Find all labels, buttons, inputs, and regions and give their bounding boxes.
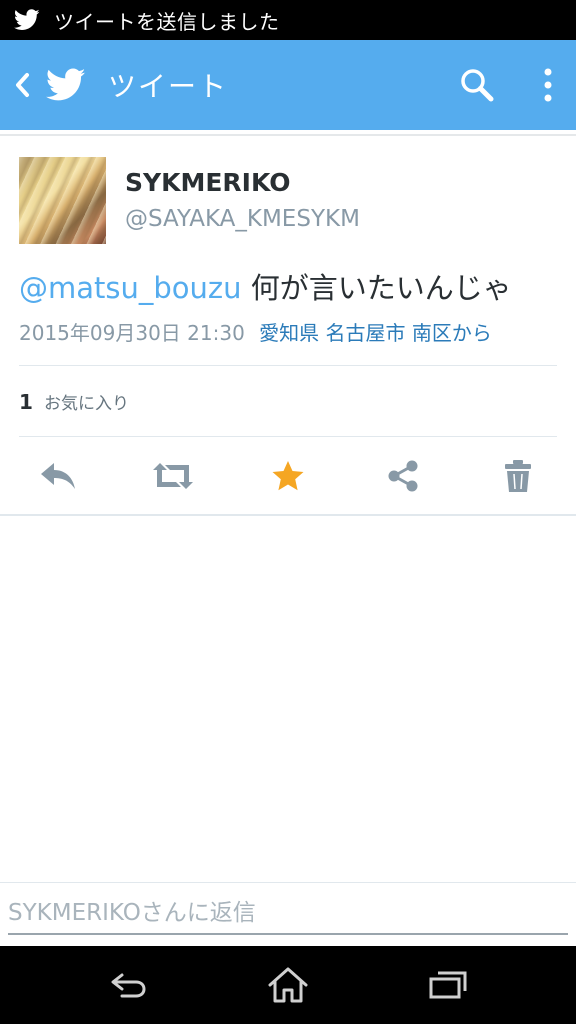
user-handle[interactable]: @SAYAKA_KMESYKM: [125, 206, 360, 232]
favorites-label: お気に入り: [44, 394, 130, 414]
mention-link[interactable]: @matsu_bouzu: [19, 271, 242, 305]
share-icon[interactable]: [373, 446, 433, 506]
avatar[interactable]: [19, 157, 106, 244]
location-link[interactable]: 愛知県 名古屋市 南区から: [259, 321, 492, 345]
trash-icon[interactable]: [488, 446, 548, 506]
timestamp: 2015年09月30日 21:30: [19, 321, 245, 345]
section-divider: [0, 514, 576, 516]
tweet-body: 何が言いたいんじゃ: [250, 271, 512, 305]
favorites-count[interactable]: 1 お気に入り: [19, 389, 129, 414]
favorites-number: 1: [19, 390, 33, 414]
twitter-bird-icon: [14, 8, 42, 32]
chevron-left-icon[interactable]: [4, 40, 40, 130]
more-vertical-icon[interactable]: [530, 62, 566, 108]
action-bar: ツイート: [0, 40, 576, 130]
page-title: ツイート: [108, 70, 229, 103]
reply-input[interactable]: [8, 893, 568, 935]
tweet-actions: [0, 446, 576, 506]
system-nav-bar: [0, 946, 576, 1024]
divider: [19, 436, 557, 437]
home-icon[interactable]: [258, 960, 318, 1010]
tweet-text: @matsu_bouzu 何が言いたいんじゃ: [19, 265, 512, 307]
retweet-icon[interactable]: [143, 446, 203, 506]
star-icon[interactable]: [258, 446, 318, 506]
display-name[interactable]: SYKMERIKO: [125, 168, 291, 197]
reply-icon[interactable]: [28, 446, 88, 506]
back-arrow-icon[interactable]: [98, 960, 158, 1010]
notification-text: ツイートを送信しました: [54, 9, 280, 34]
tweet-meta: 2015年09月30日 21:30 愛知県 名古屋市 南区から: [19, 317, 492, 346]
status-bar: ツイートを送信しました: [0, 0, 576, 40]
recent-apps-icon[interactable]: [418, 960, 478, 1010]
reply-area: [0, 882, 576, 946]
divider: [19, 365, 557, 366]
header-divider: [0, 134, 576, 136]
twitter-bird-icon[interactable]: [46, 40, 90, 130]
search-icon[interactable]: [454, 62, 500, 108]
